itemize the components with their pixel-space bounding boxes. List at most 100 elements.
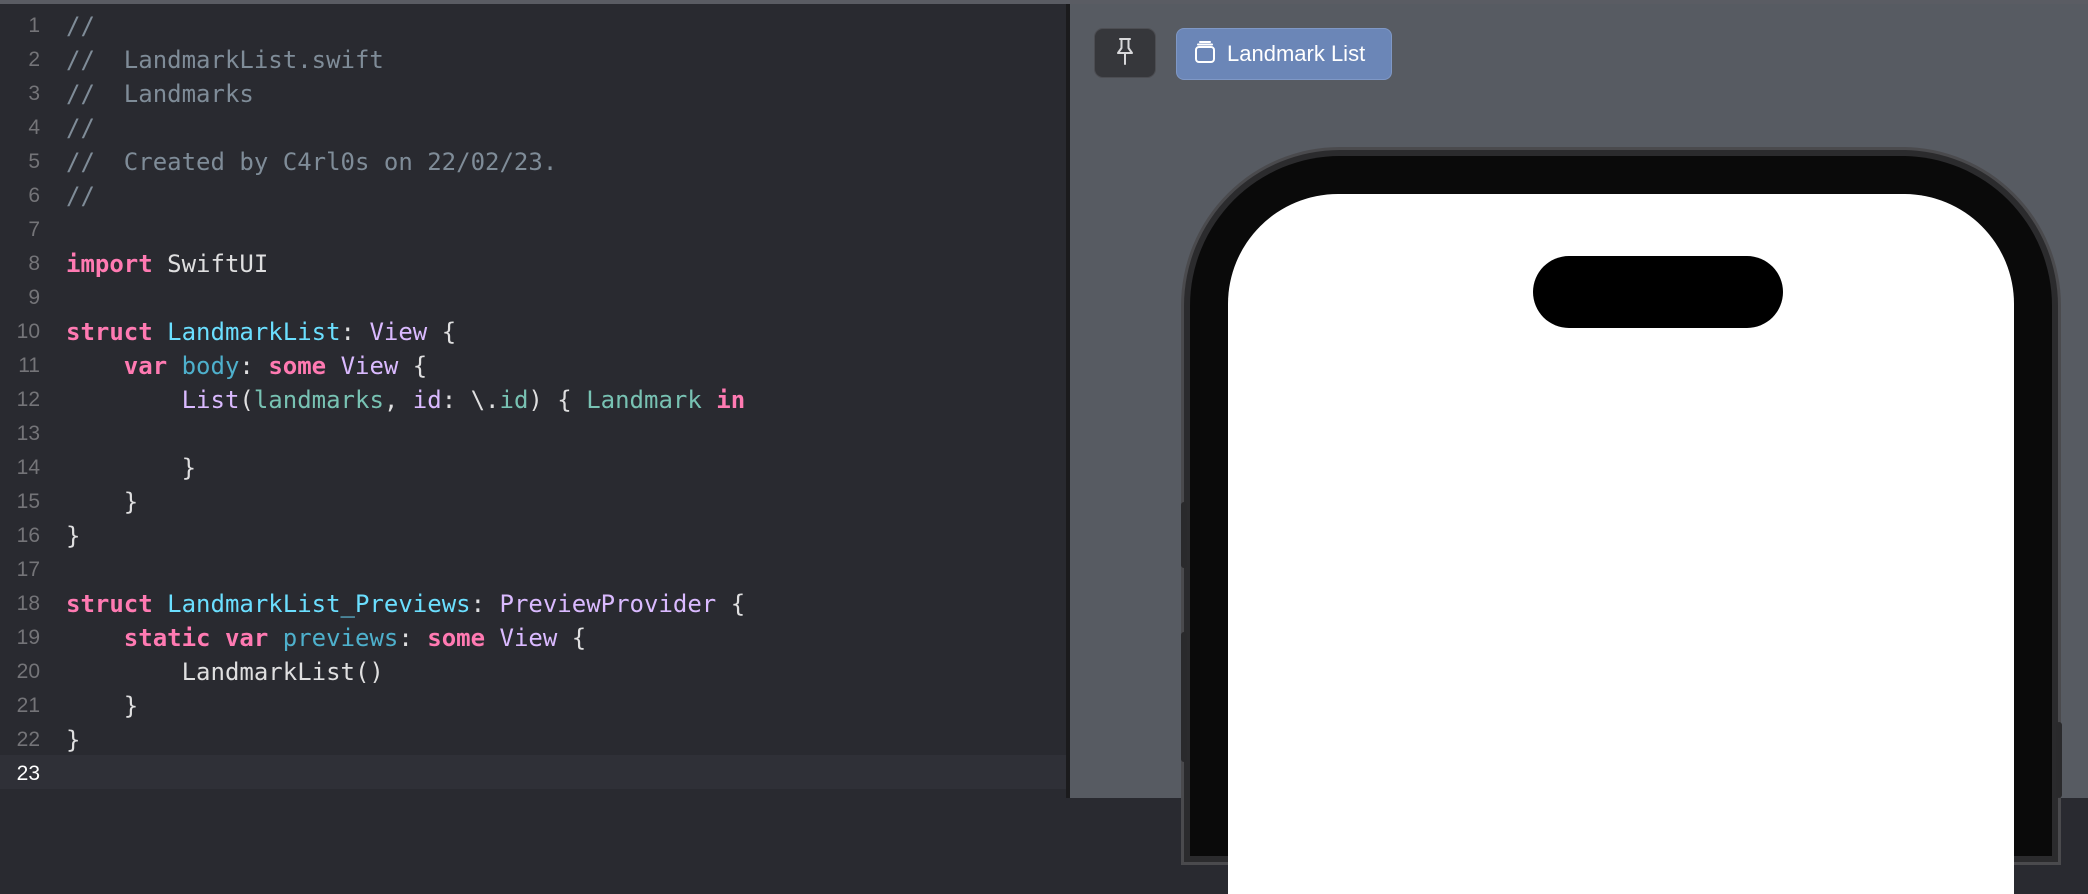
code-token: View	[340, 352, 399, 380]
code-text: static var previews: some View {	[66, 621, 586, 655]
code-token: some	[268, 352, 327, 380]
code-token: // LandmarkList.swift	[66, 46, 384, 74]
code-line[interactable]: 17	[0, 553, 1066, 587]
preview-selector-label: Landmark List	[1227, 41, 1366, 66]
code-line[interactable]: 4 //	[0, 111, 1066, 145]
code-text: List(landmarks, id: \.id) { Landmark in	[66, 383, 746, 417]
line-number: 1	[28, 14, 40, 37]
code-token: }	[66, 488, 139, 516]
code-line[interactable]: 19 static var previews: some View {	[0, 621, 1066, 655]
code-token: }	[66, 692, 139, 720]
code-line[interactable]: 18 struct LandmarkList_Previews: PreviewP…	[0, 587, 1066, 621]
code-text: // LandmarkList.swift	[66, 43, 384, 77]
line-number: 20	[16, 660, 40, 683]
line-number: 19	[16, 626, 40, 649]
code-token: View	[499, 624, 558, 652]
code-text: }	[66, 451, 196, 485]
code-token: some	[427, 624, 486, 652]
code-text: //	[66, 9, 95, 43]
code-text: struct LandmarkList: View {	[66, 315, 456, 349]
device-frame	[1190, 156, 2052, 894]
code-token: :	[340, 318, 370, 346]
code-token: }	[66, 454, 197, 482]
code-token: ) {	[528, 386, 587, 414]
pin-preview-button[interactable]	[1094, 28, 1156, 78]
code-token: }	[66, 726, 81, 754]
device-side-button	[1181, 632, 1187, 762]
device-screen[interactable]	[1228, 194, 2014, 894]
code-token: {	[557, 624, 587, 652]
source-editor[interactable]: 1 // 2 // LandmarkList.swift 3 // Landmarks 4 /…	[0, 4, 1066, 798]
code-line[interactable]: 1 //	[0, 9, 1066, 43]
code-text: //	[66, 111, 95, 145]
line-number: 6	[28, 184, 40, 207]
code-token: landmarks	[253, 386, 384, 414]
code-line[interactable]: 3 // Landmarks	[0, 77, 1066, 111]
preview-selector-chip[interactable]: Landmark List	[1176, 28, 1392, 80]
device-side-button	[1181, 502, 1187, 568]
code-token: ,	[383, 386, 413, 414]
code-line[interactable]: 20 LandmarkList()	[0, 655, 1066, 689]
code-line[interactable]: 6 //	[0, 179, 1066, 213]
line-number: 15	[16, 490, 40, 513]
line-number: 8	[28, 252, 40, 275]
code-line[interactable]: 21 }	[0, 689, 1066, 723]
code-token: LandmarkList_Previews	[167, 590, 471, 618]
code-text: var body: some View {	[66, 349, 427, 383]
code-text: // Created by C4rl0s on 22/02/23.	[66, 145, 557, 179]
code-token: LandmarkList	[181, 658, 355, 686]
code-token: id	[499, 386, 529, 414]
code-token: :	[398, 624, 428, 652]
code-token: var	[224, 624, 269, 652]
line-number: 5	[28, 150, 40, 173]
code-line[interactable]: 8 import SwiftUI	[0, 247, 1066, 281]
code-line[interactable]: 7	[0, 213, 1066, 247]
device-side-button	[2056, 722, 2062, 798]
code-token: previews	[282, 624, 399, 652]
code-line[interactable]: 11 var body: some View {	[0, 349, 1066, 383]
code-line[interactable]: 14 }	[0, 451, 1066, 485]
code-text: //	[66, 179, 95, 213]
code-line[interactable]: 10 struct LandmarkList: View {	[0, 315, 1066, 349]
code-text: }	[66, 519, 80, 553]
line-number: 7	[28, 218, 40, 241]
code-text: }	[66, 485, 138, 519]
line-number: 9	[28, 286, 40, 309]
code-line[interactable]: 23	[0, 757, 1066, 791]
line-number: 18	[16, 592, 40, 615]
code-token: struct	[66, 318, 153, 346]
code-token: View	[369, 318, 428, 346]
stack-icon	[1193, 40, 1217, 68]
code-line[interactable]: 13	[0, 417, 1066, 451]
code-line[interactable]: 15 }	[0, 485, 1066, 519]
code-line[interactable]: 9	[0, 281, 1066, 315]
code-line[interactable]: 16}	[0, 519, 1066, 553]
line-number: 10	[16, 320, 40, 343]
code-token: :	[239, 352, 269, 380]
code-token: //	[66, 114, 95, 142]
code-token: :	[470, 590, 500, 618]
code-token: {	[716, 590, 746, 618]
code-token: // Landmarks	[66, 80, 254, 108]
code-token: Landmark	[586, 386, 702, 414]
line-number: 23	[16, 762, 40, 785]
code-token: }	[66, 522, 81, 550]
code-token: : \.	[441, 386, 500, 414]
line-number: 4	[28, 116, 40, 139]
line-number: 17	[16, 558, 40, 581]
code-line[interactable]: 5 // Created by C4rl0s on 22/02/23.	[0, 145, 1066, 179]
code-line[interactable]: 12 List(landmarks, id: \.id) { Landmark …	[0, 383, 1066, 417]
code-line[interactable]: 22}	[0, 723, 1066, 757]
code-line[interactable]: 2 // LandmarkList.swift	[0, 43, 1066, 77]
line-number: 11	[18, 354, 40, 377]
code-token: //	[66, 12, 95, 40]
